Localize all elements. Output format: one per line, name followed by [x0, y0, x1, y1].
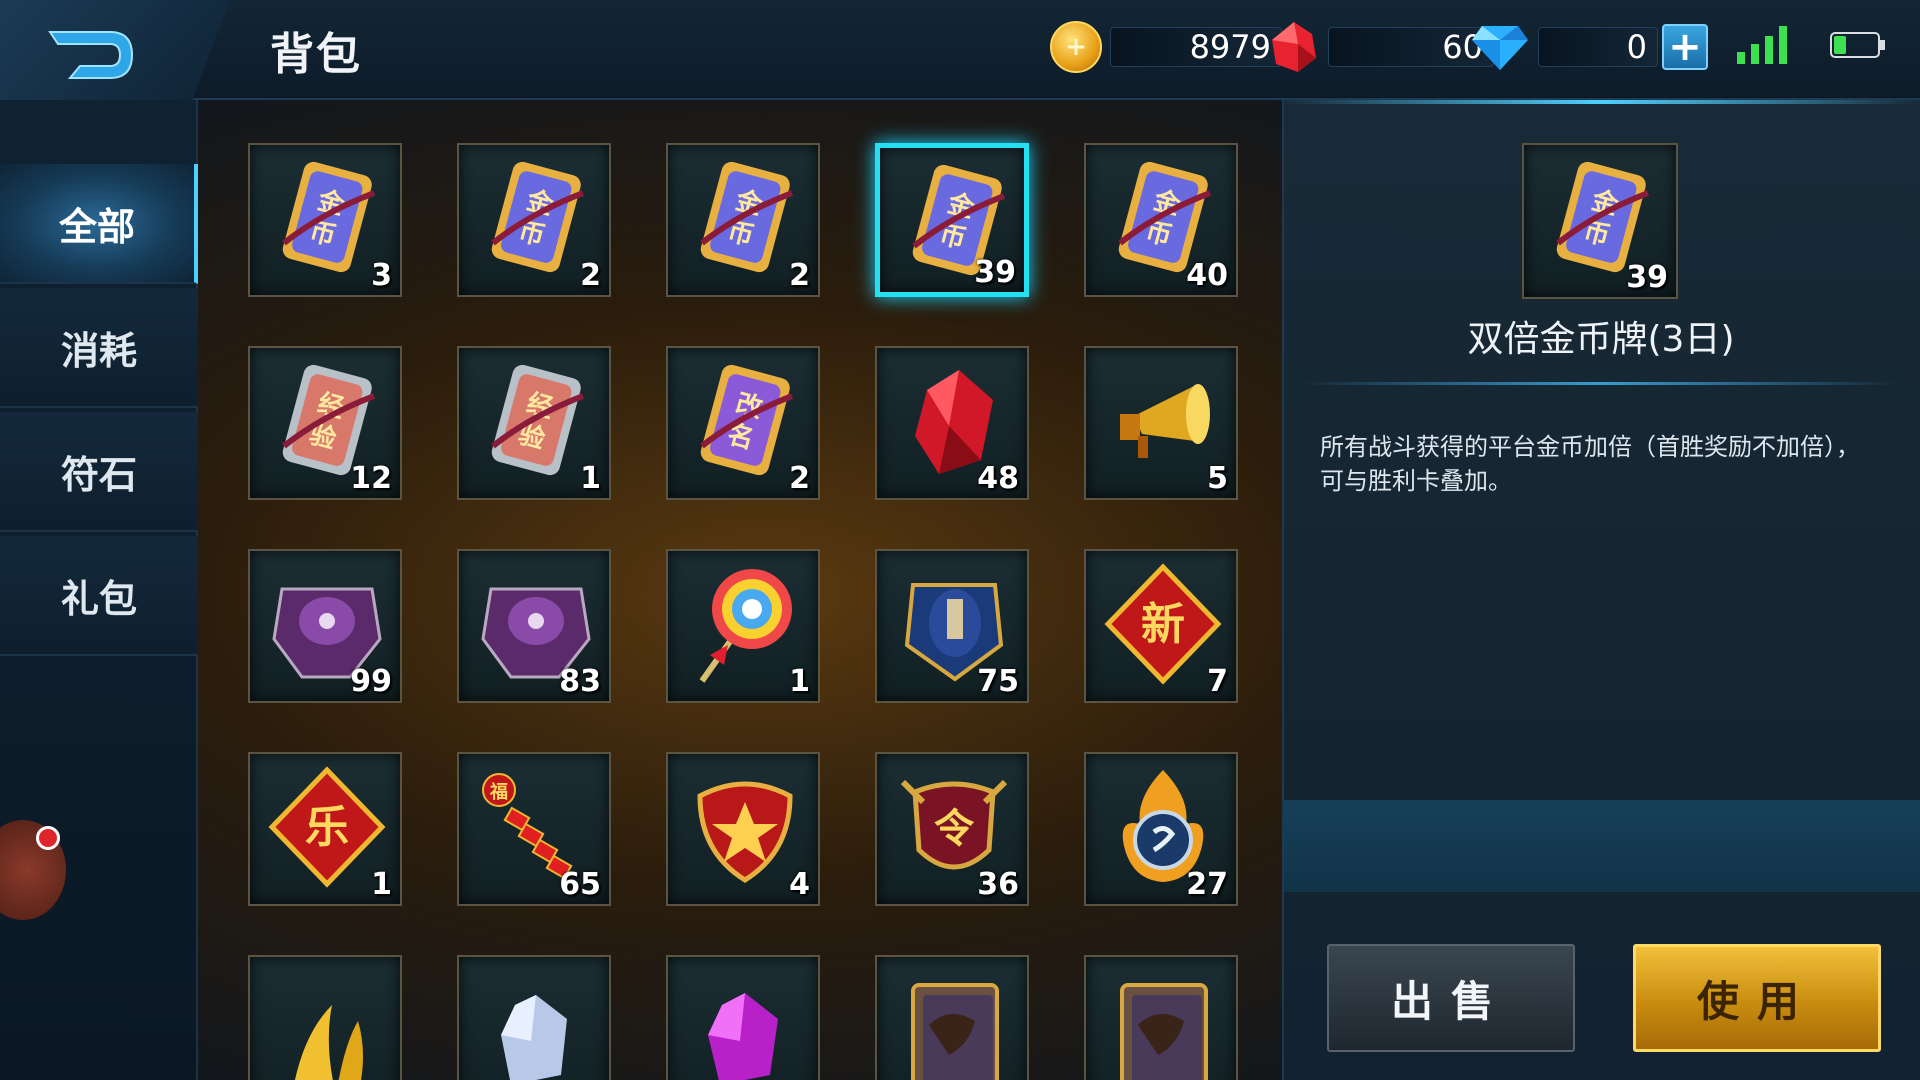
divider — [1300, 382, 1900, 385]
svg-text:令: 令 — [934, 806, 975, 852]
inventory-slot[interactable] — [666, 955, 820, 1080]
inventory-grid: 金币 3 金币 2 金币 2 金币 39 金币 40 经验 12 经验 1 改 … — [248, 143, 1258, 1080]
gold-coin-icon: + — [1050, 21, 1102, 73]
white-crystal-icon — [501, 995, 567, 1080]
item-quantity: 2 — [580, 258, 601, 293]
item-quantity: 48 — [977, 461, 1019, 496]
inventory-slot[interactable]: 经验 12 — [248, 346, 402, 500]
item-quantity: 1 — [580, 461, 601, 496]
inventory-slot[interactable]: 福 65 — [457, 752, 611, 906]
item-quantity: 12 — [350, 461, 392, 496]
battery-icon — [1830, 32, 1885, 58]
detail-item-slot: 金币 39 — [1522, 143, 1678, 299]
page-title: 背包 — [270, 29, 362, 80]
item-description: 所有战斗获得的平台金币加倍（首胜奖励不加倍），可与胜利卡叠加。 — [1320, 433, 1860, 495]
item-quantity: 1 — [371, 867, 392, 902]
item-quantity: 39 — [974, 255, 1016, 290]
inventory-slot[interactable] — [248, 955, 402, 1080]
inventory-slot[interactable]: 5 — [1084, 346, 1238, 500]
diamond-amount: 0 — [1538, 27, 1658, 67]
inventory-slot[interactable]: 改名 2 — [666, 346, 820, 500]
tab-runes[interactable]: 符石 — [0, 412, 198, 532]
inventory-slot[interactable]: 金币 2 — [457, 143, 611, 297]
detail-band — [1284, 800, 1920, 892]
inventory-slot[interactable]: 令 36 — [875, 752, 1029, 906]
item-quantity: 36 — [977, 867, 1019, 902]
item-quantity: 75 — [977, 664, 1019, 699]
item-quantity: 83 — [559, 664, 601, 699]
inventory-slot[interactable]: 27 — [1084, 752, 1238, 906]
inventory-slot[interactable]: 99 — [248, 549, 402, 703]
sell-button[interactable]: 出售 — [1327, 944, 1575, 1052]
inventory-slot[interactable]: 乐1 — [248, 752, 402, 906]
item-quantity: 4 — [789, 867, 810, 902]
inventory-slot[interactable] — [875, 955, 1029, 1080]
item-quantity: 2 — [789, 461, 810, 496]
inventory-slot[interactable]: 经验 1 — [457, 346, 611, 500]
signal-strength-icon — [1737, 26, 1787, 64]
inventory-slot[interactable]: 1 — [666, 549, 820, 703]
item-quantity: 1 — [789, 664, 810, 699]
item-quantity: 40 — [1186, 258, 1228, 293]
diamond-currency: 0 + — [1470, 22, 1708, 72]
item-quantity: 7 — [1207, 664, 1228, 699]
tab-consumables[interactable]: 消耗 — [0, 288, 198, 408]
hero-card-icon — [911, 983, 999, 1080]
banana-icon — [294, 1005, 363, 1080]
add-diamond-button[interactable]: + — [1662, 24, 1708, 70]
notification-dot — [36, 826, 60, 850]
item-quantity: 99 — [350, 664, 392, 699]
tab-gift-packs[interactable]: 礼包 — [0, 536, 198, 656]
panel-glow-line — [1282, 100, 1920, 104]
inventory-slot[interactable]: 75 — [875, 549, 1029, 703]
inventory-slot[interactable]: 4 — [666, 752, 820, 906]
tab-all[interactable]: 全部 — [0, 164, 198, 284]
inventory-slot[interactable]: 金币 39 — [875, 143, 1029, 297]
inventory-slot[interactable] — [1084, 955, 1238, 1080]
inventory-slot[interactable]: 金币 2 — [666, 143, 820, 297]
inventory-slot[interactable]: 金币 3 — [248, 143, 402, 297]
gold-amount: 8979 — [1110, 27, 1282, 67]
svg-text:乐: 乐 — [305, 802, 349, 853]
item-quantity: 65 — [559, 867, 601, 902]
use-button[interactable]: 使用 — [1633, 944, 1881, 1052]
item-quantity: 3 — [371, 258, 392, 293]
item-quantity: 2 — [789, 258, 810, 293]
hero-card-icon — [1120, 983, 1208, 1080]
back-arrow-icon — [48, 31, 134, 79]
inventory-slot[interactable]: 金币 40 — [1084, 143, 1238, 297]
inventory-slot[interactable]: 新7 — [1084, 549, 1238, 703]
item-quantity: 27 — [1186, 867, 1228, 902]
gold-currency: + 8979 — [1050, 21, 1282, 73]
detail-item-quantity: 39 — [1626, 260, 1668, 295]
item-quantity: 5 — [1207, 461, 1228, 496]
inventory-slot[interactable] — [457, 955, 611, 1080]
ruby-crystal-icon — [1272, 22, 1316, 72]
svg-text:福: 福 — [489, 781, 508, 803]
purple-crystal-icon — [708, 993, 778, 1080]
item-name: 双倍金币牌(3日) — [1467, 319, 1735, 360]
ruby-currency: 60 — [1268, 22, 1494, 72]
svg-text:新: 新 — [1141, 599, 1185, 650]
diamond-icon — [1472, 26, 1528, 70]
inventory-slot[interactable]: 83 — [457, 549, 611, 703]
inventory-slot[interactable]: 48 — [875, 346, 1029, 500]
